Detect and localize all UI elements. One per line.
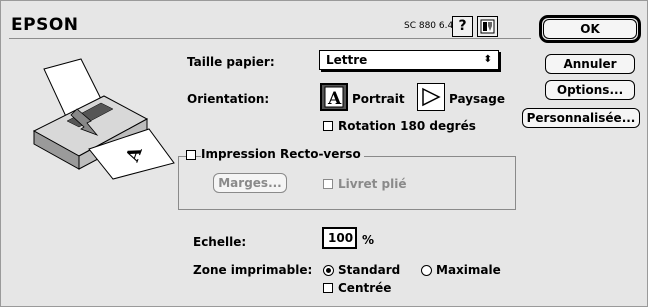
portrait-glyph: A (327, 89, 342, 109)
brand-logo: EPSON (11, 15, 79, 35)
booklet-label: Livret plié (338, 177, 407, 191)
options-button[interactable]: Options... (545, 80, 635, 100)
paper-size-select[interactable]: Lettre ⬍ (319, 50, 499, 70)
landscape-icon (422, 87, 441, 107)
help-icon: ? (458, 18, 467, 34)
centered-checkbox[interactable] (323, 283, 333, 293)
centered-label: Centrée (338, 281, 392, 295)
rotation-label: Rotation 180 degrés (338, 119, 476, 133)
print-dialog: EPSON SC 880 6.40F ? OK Annuler Options.… (0, 0, 648, 307)
scale-unit: % (362, 233, 375, 247)
printable-area-label: Zone imprimable: (193, 263, 313, 277)
scale-label: Echelle: (193, 235, 247, 249)
portrait-orientation-button[interactable]: A (320, 83, 348, 111)
rotation-checkbox[interactable] (323, 121, 333, 131)
duplex-checkbox[interactable] (186, 150, 196, 160)
paper-size-label: Taille papier: (187, 55, 275, 69)
margins-button[interactable]: Marges... (213, 173, 287, 193)
header-divider (9, 38, 531, 39)
portrait-icon: A (324, 86, 344, 109)
utility-icon (480, 19, 495, 34)
scale-input[interactable]: 100 (322, 227, 357, 249)
duplex-label: Impression Recto-verso (201, 147, 364, 161)
custom-button[interactable]: Personnalisée... (522, 108, 640, 128)
booklet-checkbox[interactable] (323, 179, 333, 189)
maximum-label: Maximale (436, 263, 501, 277)
landscape-label: Paysage (449, 92, 505, 106)
cancel-button[interactable]: Annuler (545, 54, 635, 74)
maximum-radio[interactable] (421, 265, 432, 276)
printer-illustration: A (32, 58, 175, 180)
ok-button[interactable]: OK (543, 19, 637, 39)
select-arrows-icon: ⬍ (483, 54, 492, 65)
landscape-orientation-button[interactable] (417, 83, 445, 111)
help-button[interactable]: ? (452, 16, 473, 37)
portrait-label: Portrait (352, 92, 405, 106)
paper-size-value: Lettre (326, 53, 368, 67)
utility-button[interactable] (477, 16, 498, 37)
orientation-label: Orientation: (187, 92, 270, 106)
standard-label: Standard (338, 263, 401, 277)
standard-radio[interactable] (323, 265, 334, 276)
